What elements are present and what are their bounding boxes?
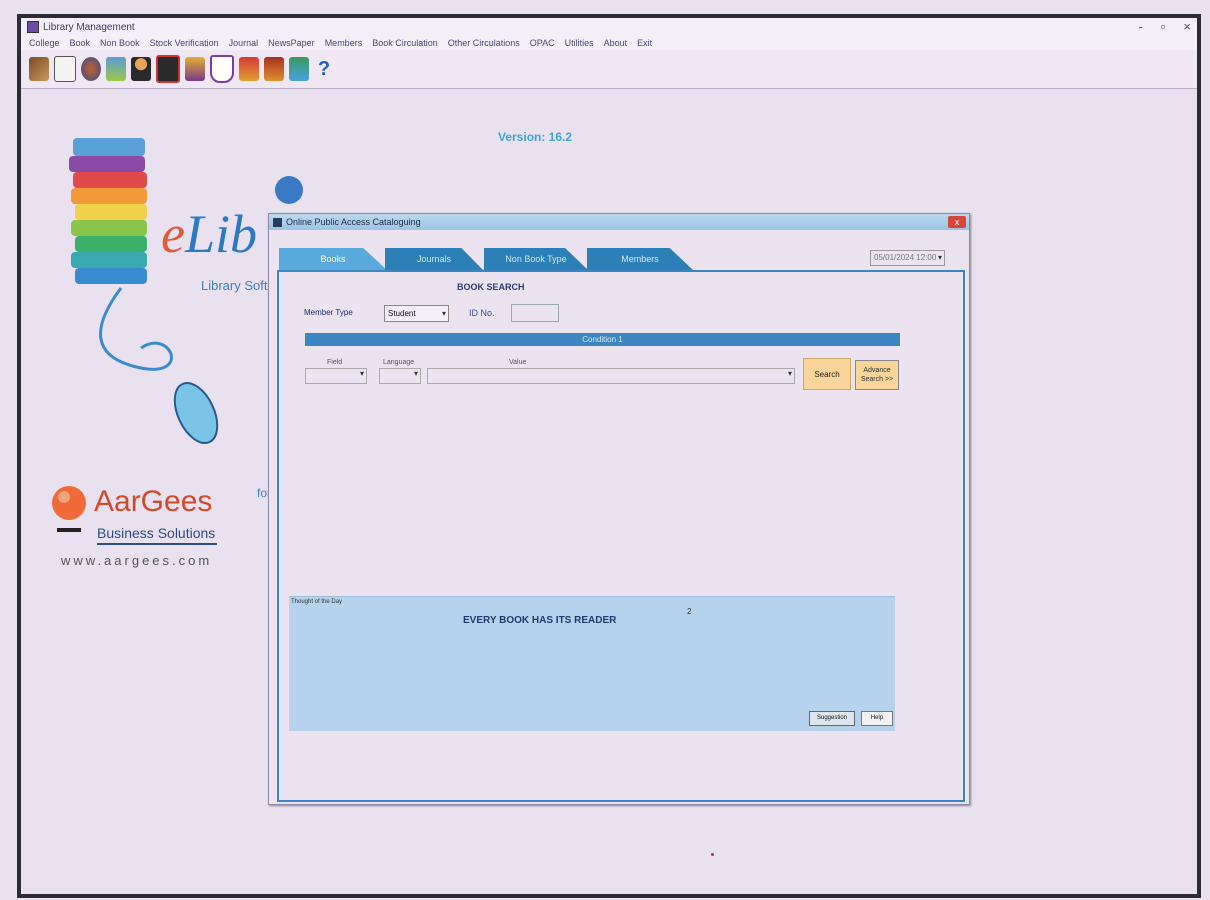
help-icon[interactable]: ? — [314, 57, 334, 81]
card-icon[interactable] — [156, 55, 180, 83]
books-icon[interactable] — [29, 57, 49, 81]
tab-non-book-type[interactable]: Non Book Type — [484, 248, 588, 270]
document-icon[interactable] — [106, 57, 126, 81]
close-window-button[interactable]: × — [1183, 19, 1191, 34]
dialog-title: Online Public Access Cataloguing — [286, 217, 421, 227]
language-label: Language — [383, 359, 415, 366]
search-button[interactable]: Search — [803, 358, 851, 390]
app-icon — [27, 21, 39, 33]
menu-opac[interactable]: OPAC — [530, 38, 555, 48]
date-picker[interactable]: 05/01/2024 12:00 ▾ — [870, 250, 945, 266]
thought-label: Thought of the Day — [291, 599, 343, 605]
heart-icon[interactable] — [239, 57, 259, 81]
menu-stock-verification[interactable]: Stock Verification — [150, 38, 219, 48]
menu-non-book[interactable]: Non Book — [100, 38, 140, 48]
menu-book-circulation[interactable]: Book Circulation — [372, 38, 438, 48]
company-underline — [97, 543, 217, 545]
advance-search-button[interactable]: Advance Search >> — [855, 360, 899, 390]
condition-bar: Condition 1 — [305, 333, 900, 346]
tab-books[interactable]: Books — [279, 248, 387, 270]
member-type-value: Student — [388, 309, 416, 318]
chevron-down-icon: ▾ — [413, 369, 418, 378]
chevron-down-icon: ▾ — [441, 309, 446, 318]
dialog-title-bar: Online Public Access Cataloguing — [269, 214, 969, 230]
member-icon[interactable] — [81, 57, 101, 81]
menu-exit[interactable]: Exit — [637, 38, 652, 48]
menu-utilities[interactable]: Utilities — [565, 38, 594, 48]
journal-icon[interactable] — [185, 57, 205, 81]
thought-text: EVERY BOOK HAS ITS READER — [463, 615, 617, 626]
elib-tagline: Library Soft — [201, 278, 268, 293]
elib-lib: Lib — [184, 204, 258, 264]
thought-number: 2 — [687, 607, 692, 616]
company-subtitle: Business Solutions — [97, 525, 216, 541]
menu-college[interactable]: College — [29, 38, 60, 48]
toolbar: ? — [21, 50, 1197, 89]
menu-other-circulations[interactable]: Other Circulations — [448, 38, 520, 48]
menu-about[interactable]: About — [604, 38, 628, 48]
aargees-logo: AarGees Business Solutions www.aargees.c… — [39, 473, 217, 568]
version-label: Version: 16.2 — [498, 130, 573, 144]
date-value: 05/01/2024 12:00 — [874, 253, 937, 262]
window-title: Library Management — [43, 21, 135, 33]
elib-wordmark: eLib — [161, 203, 257, 265]
id-no-label: ID No. — [469, 308, 495, 318]
book-search-heading: BOOK SEARCH — [457, 282, 525, 292]
screen-speck — [711, 853, 714, 856]
field-select[interactable]: ▾ — [305, 368, 367, 384]
tab-members[interactable]: Members — [587, 248, 693, 270]
company-name: AarGees — [94, 485, 213, 518]
menu-members[interactable]: Members — [325, 38, 363, 48]
menu-bar: College Book Non Book Stock Verification… — [21, 36, 1197, 50]
tab-journals[interactable]: Journals — [385, 248, 483, 270]
elib-e: e — [161, 204, 185, 264]
app-window: Library Management - ▫ × College Book No… — [17, 14, 1201, 898]
id-no-input[interactable] — [511, 304, 559, 322]
dialog-close-button[interactable]: x — [948, 216, 966, 228]
thought-of-the-day-panel: Thought of the Day 2 EVERY BOOK HAS ITS … — [289, 596, 895, 731]
chevron-down-icon: ▾ — [787, 369, 792, 378]
maximize-button[interactable]: ▫ — [1161, 19, 1166, 34]
catalog-icon[interactable] — [54, 56, 76, 82]
chevron-down-icon: ▾ — [359, 369, 364, 378]
stats-icon[interactable] — [289, 57, 309, 81]
minimize-button[interactable]: - — [1138, 19, 1142, 34]
shield-icon[interactable] — [210, 55, 234, 83]
chevron-down-icon: ▾ — [937, 253, 942, 262]
value-label: Value — [509, 359, 527, 366]
user-icon[interactable] — [131, 57, 151, 81]
member-type-label: Member Type — [304, 308, 353, 317]
book-issue-icon[interactable] — [264, 57, 284, 81]
book-search-panel: BOOK SEARCH Member Type Student ▾ ID No.… — [277, 270, 965, 802]
title-bar: Library Management - ▫ × — [21, 18, 1197, 36]
aargees-bulb-icon — [52, 486, 86, 532]
menu-book[interactable]: Book — [70, 38, 91, 48]
value-select[interactable]: ▾ — [427, 368, 795, 384]
dialog-app-icon — [273, 217, 282, 227]
member-type-select[interactable]: Student ▾ — [384, 305, 449, 322]
suggestion-button[interactable]: Suggestion — [809, 711, 855, 726]
menu-newspaper[interactable]: NewsPaper — [268, 38, 315, 48]
language-select[interactable]: ▾ — [379, 368, 421, 384]
field-label: Field — [327, 359, 343, 366]
help-button[interactable]: Help — [861, 711, 893, 726]
company-url: www.aargees.com — [61, 553, 213, 568]
opac-dialog: Online Public Access Cataloguing x Books… — [268, 213, 970, 805]
menu-journal[interactable]: Journal — [229, 38, 259, 48]
